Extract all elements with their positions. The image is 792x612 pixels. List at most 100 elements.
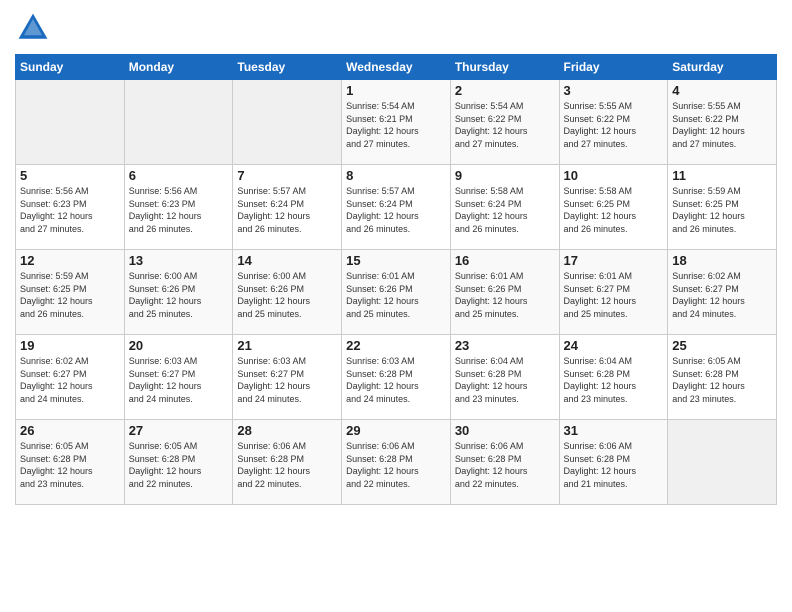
day-number: 21 <box>237 338 337 353</box>
day-info: Sunrise: 5:58 AM Sunset: 6:25 PM Dayligh… <box>564 185 664 235</box>
day-number: 4 <box>672 83 772 98</box>
day-number: 19 <box>20 338 120 353</box>
week-row-1: 1Sunrise: 5:54 AM Sunset: 6:21 PM Daylig… <box>16 80 777 165</box>
day-number: 22 <box>346 338 446 353</box>
day-cell: 23 Sunrise: 6:04 AM Sunset: 6:28 PM Dayli… <box>450 335 559 420</box>
week-row-2: 5 Sunrise: 5:56 AM Sunset: 6:23 PM Daylig… <box>16 165 777 250</box>
day-cell: 24 Sunrise: 6:04 AM Sunset: 6:28 PM Dayli… <box>559 335 668 420</box>
day-cell: 1Sunrise: 5:54 AM Sunset: 6:21 PM Daylig… <box>342 80 451 165</box>
day-cell <box>16 80 125 165</box>
day-number: 1 <box>346 83 446 98</box>
day-info: Sunrise: 5:59 AM Sunset: 6:25 PM Dayligh… <box>672 185 772 235</box>
logo-icon <box>15 10 51 46</box>
day-info: Sunrise: 5:57 AM Sunset: 6:24 PM Dayligh… <box>237 185 337 235</box>
header <box>15 10 777 46</box>
week-row-4: 19 Sunrise: 6:02 AM Sunset: 6:27 PM Dayli… <box>16 335 777 420</box>
day-cell: 12 Sunrise: 5:59 AM Sunset: 6:25 PM Dayli… <box>16 250 125 335</box>
week-row-5: 26 Sunrise: 6:05 AM Sunset: 6:28 PM Dayli… <box>16 420 777 505</box>
logo <box>15 10 55 46</box>
day-info: Sunrise: 6:06 AM Sunset: 6:28 PM Dayligh… <box>564 440 664 490</box>
day-cell: 22 Sunrise: 6:03 AM Sunset: 6:28 PM Dayli… <box>342 335 451 420</box>
day-cell: 8 Sunrise: 5:57 AM Sunset: 6:24 PM Daylig… <box>342 165 451 250</box>
day-cell: 10 Sunrise: 5:58 AM Sunset: 6:25 PM Dayli… <box>559 165 668 250</box>
day-cell: 27 Sunrise: 6:05 AM Sunset: 6:28 PM Dayli… <box>124 420 233 505</box>
header-cell-monday: Monday <box>124 55 233 80</box>
day-cell: 2Sunrise: 5:54 AM Sunset: 6:22 PM Daylig… <box>450 80 559 165</box>
day-number: 6 <box>129 168 229 183</box>
day-number: 24 <box>564 338 664 353</box>
day-number: 10 <box>564 168 664 183</box>
day-number: 29 <box>346 423 446 438</box>
day-number: 18 <box>672 253 772 268</box>
day-number: 12 <box>20 253 120 268</box>
day-info: Sunrise: 6:02 AM Sunset: 6:27 PM Dayligh… <box>672 270 772 320</box>
day-info: Sunrise: 6:04 AM Sunset: 6:28 PM Dayligh… <box>455 355 555 405</box>
day-cell: 13 Sunrise: 6:00 AM Sunset: 6:26 PM Dayli… <box>124 250 233 335</box>
day-cell <box>668 420 777 505</box>
day-cell: 29Sunrise: 6:06 AM Sunset: 6:28 PM Dayli… <box>342 420 451 505</box>
day-cell: 20Sunrise: 6:03 AM Sunset: 6:27 PM Dayli… <box>124 335 233 420</box>
day-info: Sunrise: 6:05 AM Sunset: 6:28 PM Dayligh… <box>129 440 229 490</box>
day-number: 14 <box>237 253 337 268</box>
calendar-header: SundayMondayTuesdayWednesdayThursdayFrid… <box>16 55 777 80</box>
day-number: 2 <box>455 83 555 98</box>
day-info: Sunrise: 5:56 AM Sunset: 6:23 PM Dayligh… <box>20 185 120 235</box>
day-info: Sunrise: 6:05 AM Sunset: 6:28 PM Dayligh… <box>672 355 772 405</box>
day-number: 8 <box>346 168 446 183</box>
day-cell: 16Sunrise: 6:01 AM Sunset: 6:26 PM Dayli… <box>450 250 559 335</box>
day-number: 25 <box>672 338 772 353</box>
day-cell: 31Sunrise: 6:06 AM Sunset: 6:28 PM Dayli… <box>559 420 668 505</box>
day-number: 9 <box>455 168 555 183</box>
day-cell: 5 Sunrise: 5:56 AM Sunset: 6:23 PM Daylig… <box>16 165 125 250</box>
day-info: Sunrise: 6:01 AM Sunset: 6:26 PM Dayligh… <box>346 270 446 320</box>
day-number: 23 <box>455 338 555 353</box>
day-number: 30 <box>455 423 555 438</box>
day-cell: 30 Sunrise: 6:06 AM Sunset: 6:28 PM Dayli… <box>450 420 559 505</box>
day-info: Sunrise: 5:55 AM Sunset: 6:22 PM Dayligh… <box>564 100 664 150</box>
day-info: Sunrise: 6:02 AM Sunset: 6:27 PM Dayligh… <box>20 355 120 405</box>
day-cell: 18 Sunrise: 6:02 AM Sunset: 6:27 PM Dayli… <box>668 250 777 335</box>
day-cell: 21 Sunrise: 6:03 AM Sunset: 6:27 PM Dayli… <box>233 335 342 420</box>
day-cell: 3 Sunrise: 5:55 AM Sunset: 6:22 PM Daylig… <box>559 80 668 165</box>
day-number: 16 <box>455 253 555 268</box>
day-info: Sunrise: 5:59 AM Sunset: 6:25 PM Dayligh… <box>20 270 120 320</box>
day-info: Sunrise: 6:06 AM Sunset: 6:28 PM Dayligh… <box>455 440 555 490</box>
header-cell-saturday: Saturday <box>668 55 777 80</box>
day-info: Sunrise: 6:00 AM Sunset: 6:26 PM Dayligh… <box>129 270 229 320</box>
day-cell: 15 Sunrise: 6:01 AM Sunset: 6:26 PM Dayli… <box>342 250 451 335</box>
header-cell-tuesday: Tuesday <box>233 55 342 80</box>
day-number: 13 <box>129 253 229 268</box>
day-cell: 19 Sunrise: 6:02 AM Sunset: 6:27 PM Dayli… <box>16 335 125 420</box>
week-row-3: 12 Sunrise: 5:59 AM Sunset: 6:25 PM Dayli… <box>16 250 777 335</box>
day-cell: 26Sunrise: 6:05 AM Sunset: 6:28 PM Dayli… <box>16 420 125 505</box>
day-info: Sunrise: 5:58 AM Sunset: 6:24 PM Dayligh… <box>455 185 555 235</box>
day-cell: 4 Sunrise: 5:55 AM Sunset: 6:22 PM Daylig… <box>668 80 777 165</box>
day-number: 27 <box>129 423 229 438</box>
header-cell-thursday: Thursday <box>450 55 559 80</box>
day-info: Sunrise: 6:06 AM Sunset: 6:28 PM Dayligh… <box>237 440 337 490</box>
day-number: 3 <box>564 83 664 98</box>
day-number: 17 <box>564 253 664 268</box>
day-info: Sunrise: 6:03 AM Sunset: 6:28 PM Dayligh… <box>346 355 446 405</box>
header-cell-friday: Friday <box>559 55 668 80</box>
day-cell: 28 Sunrise: 6:06 AM Sunset: 6:28 PM Dayli… <box>233 420 342 505</box>
day-info: Sunrise: 6:00 AM Sunset: 6:26 PM Dayligh… <box>237 270 337 320</box>
day-info: Sunrise: 5:56 AM Sunset: 6:23 PM Dayligh… <box>129 185 229 235</box>
day-info: Sunrise: 5:57 AM Sunset: 6:24 PM Dayligh… <box>346 185 446 235</box>
day-number: 26 <box>20 423 120 438</box>
day-cell: 14 Sunrise: 6:00 AM Sunset: 6:26 PM Dayli… <box>233 250 342 335</box>
day-number: 20 <box>129 338 229 353</box>
day-info: Sunrise: 6:03 AM Sunset: 6:27 PM Dayligh… <box>237 355 337 405</box>
day-number: 15 <box>346 253 446 268</box>
day-cell <box>233 80 342 165</box>
main-container: SundayMondayTuesdayWednesdayThursdayFrid… <box>0 0 792 515</box>
day-number: 28 <box>237 423 337 438</box>
calendar-body: 1Sunrise: 5:54 AM Sunset: 6:21 PM Daylig… <box>16 80 777 505</box>
day-number: 5 <box>20 168 120 183</box>
day-cell: 6 Sunrise: 5:56 AM Sunset: 6:23 PM Daylig… <box>124 165 233 250</box>
day-info: Sunrise: 5:55 AM Sunset: 6:22 PM Dayligh… <box>672 100 772 150</box>
day-cell: 17Sunrise: 6:01 AM Sunset: 6:27 PM Dayli… <box>559 250 668 335</box>
day-cell <box>124 80 233 165</box>
day-info: Sunrise: 6:04 AM Sunset: 6:28 PM Dayligh… <box>564 355 664 405</box>
day-number: 7 <box>237 168 337 183</box>
